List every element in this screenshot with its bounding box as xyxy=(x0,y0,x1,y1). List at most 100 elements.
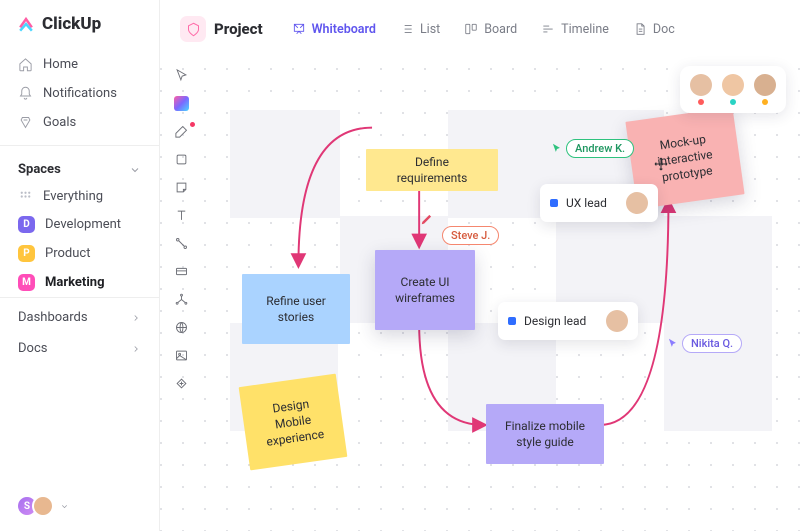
tab-board[interactable]: Board xyxy=(455,17,526,42)
tab-doc-label: Doc xyxy=(653,22,675,37)
cursor-andrew: Andrew K. xyxy=(550,139,634,158)
tool-connector[interactable] xyxy=(170,232,192,254)
card-label: Design lead xyxy=(524,314,586,328)
main-area: Project Whiteboard List Board Timeline D… xyxy=(160,0,800,531)
tab-whiteboard-label: Whiteboard xyxy=(312,22,376,37)
status-square-icon xyxy=(508,317,516,325)
tool-card[interactable] xyxy=(170,260,192,282)
project-chip[interactable]: Project xyxy=(174,12,269,46)
tool-image[interactable] xyxy=(170,344,192,366)
nav-notifications-label: Notifications xyxy=(43,86,117,101)
tool-web[interactable] xyxy=(170,316,192,338)
cursor-icon xyxy=(666,337,680,351)
sparkle-icon xyxy=(174,96,189,111)
note-finalize-guide[interactable]: Finalize mobile style guide xyxy=(486,404,604,464)
nav-home[interactable]: Home xyxy=(0,50,159,79)
nav-goals[interactable]: Goals xyxy=(0,108,159,137)
docs-label: Docs xyxy=(18,341,47,356)
spaces-header[interactable]: Spaces xyxy=(0,152,159,183)
note-label: Design Mobile experience xyxy=(255,393,331,451)
project-icon xyxy=(180,16,206,42)
card-design-lead[interactable]: Design lead xyxy=(498,302,638,340)
presence-user-1 xyxy=(690,74,712,105)
space-badge-p: P xyxy=(18,245,35,262)
tab-timeline-label: Timeline xyxy=(561,22,609,37)
brand-name: ClickUp xyxy=(42,14,101,34)
tool-cursor[interactable] xyxy=(170,64,192,86)
view-tabs: Whiteboard List Board Timeline Doc xyxy=(283,17,684,42)
chevron-down-icon xyxy=(129,164,141,176)
card-ux-lead[interactable]: UX lead xyxy=(540,184,658,222)
project-title: Project xyxy=(214,20,263,38)
cursor-steve: Steve J. xyxy=(442,226,499,245)
note-label: Create UI wireframes xyxy=(389,274,461,306)
status-square-icon xyxy=(550,199,558,207)
tab-whiteboard[interactable]: Whiteboard xyxy=(283,17,385,42)
space-everything[interactable]: Everything xyxy=(0,183,159,210)
pen-icon xyxy=(420,212,434,226)
nav-home-label: Home xyxy=(43,57,78,72)
note-label: Finalize mobile style guide xyxy=(500,418,590,450)
tool-pen[interactable] xyxy=(170,120,192,142)
chevron-right-icon xyxy=(131,344,141,354)
cursor-label: Nikita Q. xyxy=(682,334,742,353)
tab-doc[interactable]: Doc xyxy=(624,17,684,42)
sidebar-footer[interactable]: S xyxy=(0,481,159,531)
move-icon xyxy=(653,156,669,172)
docs-section[interactable]: Docs xyxy=(0,337,159,368)
clickup-icon xyxy=(16,14,36,34)
space-badge-m: M xyxy=(18,274,35,291)
note-label: Refine user stories xyxy=(256,293,336,325)
nav-notifications[interactable]: Notifications xyxy=(0,79,159,108)
space-product-label: Product xyxy=(45,246,90,261)
status-dot xyxy=(730,99,736,105)
space-product[interactable]: P Product xyxy=(0,239,159,268)
tab-board-label: Board xyxy=(484,22,517,37)
cursor-nikita: Nikita Q. xyxy=(666,334,742,353)
space-badge-d: D xyxy=(18,216,35,233)
tab-timeline[interactable]: Timeline xyxy=(532,17,618,42)
note-label: Define requirements xyxy=(380,154,484,186)
status-dot xyxy=(762,99,768,105)
space-everything-label: Everything xyxy=(43,189,103,204)
presence-bar[interactable] xyxy=(680,66,786,113)
brand-logo: ClickUp xyxy=(0,0,159,48)
nav-goals-label: Goals xyxy=(43,115,76,130)
presence-user-2 xyxy=(722,74,744,105)
whiteboard-toolbar xyxy=(166,58,196,400)
cursor-label: Steve J. xyxy=(442,226,499,245)
assignee-avatar xyxy=(606,310,628,332)
tool-shape[interactable] xyxy=(170,148,192,170)
space-marketing-label: Marketing xyxy=(45,275,105,290)
sidebar: ClickUp Home Notifications Goals Spaces … xyxy=(0,0,160,531)
chevron-right-icon xyxy=(131,313,141,323)
note-design-mobile[interactable]: Design Mobile experience xyxy=(239,374,348,471)
space-development[interactable]: DDevelopment xyxy=(0,210,159,239)
presence-user-3 xyxy=(754,74,776,105)
space-marketing[interactable]: M Marketing xyxy=(0,268,159,297)
tab-list[interactable]: List xyxy=(391,17,449,42)
tool-text[interactable] xyxy=(170,204,192,226)
card-label: UX lead xyxy=(566,196,607,210)
user-avatar-2 xyxy=(32,495,54,517)
topbar: Project Whiteboard List Board Timeline D… xyxy=(160,0,800,54)
note-create-wireframes[interactable]: Create UI wireframes xyxy=(375,250,475,330)
dashboards-label: Dashboards xyxy=(18,310,88,325)
spaces-title: Spaces xyxy=(18,162,61,177)
avatar xyxy=(722,74,744,96)
avatar xyxy=(690,74,712,96)
tool-note[interactable] xyxy=(170,176,192,198)
tab-list-label: List xyxy=(420,22,440,37)
chevron-down-icon xyxy=(60,502,69,511)
tool-ai[interactable] xyxy=(170,92,192,114)
note-refine-stories[interactable]: Refine user stories xyxy=(242,274,350,344)
cursor-label: Andrew K. xyxy=(566,139,634,158)
status-dot xyxy=(698,99,704,105)
dashboards-section[interactable]: Dashboards xyxy=(0,297,159,337)
whiteboard-canvas[interactable]: Define requirements Refine user stories … xyxy=(160,54,800,531)
assignee-avatar xyxy=(626,192,648,214)
avatar xyxy=(754,74,776,96)
note-define-requirements[interactable]: Define requirements xyxy=(366,149,498,191)
tool-network[interactable] xyxy=(170,288,192,310)
tool-more[interactable] xyxy=(170,372,192,394)
